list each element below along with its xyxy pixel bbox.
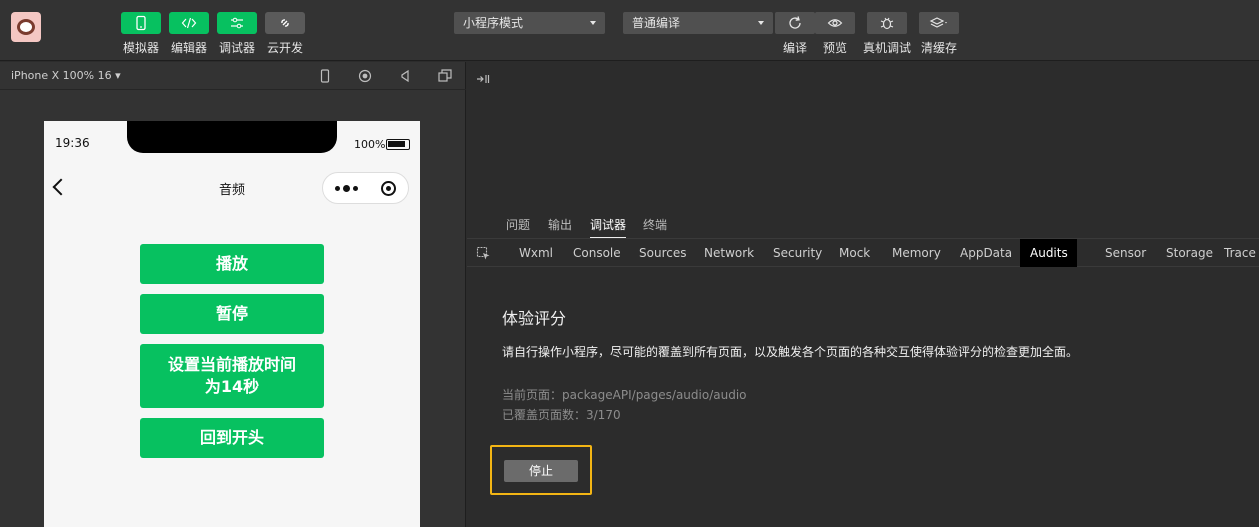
status-time: 19:36	[55, 136, 90, 150]
editor-label: 编辑器	[171, 41, 208, 55]
tab-sources[interactable]: Sources	[629, 239, 696, 267]
panel-tabs: Wxml Console Sources Network Security Mo…	[467, 238, 1259, 267]
cloud-dev-label: 云开发	[267, 41, 304, 55]
tab-trace[interactable]: Trace	[1214, 239, 1259, 267]
tab-storage[interactable]: Storage	[1156, 239, 1223, 267]
simulator-button[interactable]	[121, 12, 161, 34]
phone-icon	[136, 15, 146, 31]
remote-debug-button[interactable]	[867, 12, 907, 34]
dock-side-icon[interactable]	[476, 73, 490, 85]
tab-security[interactable]: Security	[763, 239, 832, 267]
phone-icon[interactable]	[317, 68, 333, 84]
devtools-panel: 问题 输出 调试器 终端 Wxml Console Sources Networ…	[467, 62, 1259, 527]
mode-select[interactable]: 小程序模式	[454, 12, 605, 34]
editor-button[interactable]	[169, 12, 209, 34]
chevron-down-icon	[758, 21, 764, 25]
tab-problems[interactable]: 问题	[506, 216, 530, 233]
preview-label: 预览	[823, 41, 848, 55]
remote-debug-label: 真机调试	[863, 41, 912, 55]
battery-icon	[386, 139, 410, 150]
debugger-label: 调试器	[219, 41, 256, 55]
audits-current-page: 当前页面：packageAPI/pages/audio/audio	[502, 388, 747, 402]
top-toolbar: 模拟器 编辑器 调试器 云开发 小程序模式 普通编译 编译 预览 真机调试 清缓…	[0, 0, 1259, 61]
device-bar: iPhone X 100% 16 ▾	[0, 62, 466, 90]
mode-select-value: 小程序模式	[463, 16, 524, 30]
avatar-face-icon	[17, 19, 35, 35]
code-icon	[181, 17, 197, 29]
menu-capsule[interactable]	[322, 172, 409, 204]
tab-terminal[interactable]: 终端	[643, 216, 667, 233]
refresh-icon	[789, 16, 801, 29]
compile-select[interactable]: 普通编译	[623, 12, 773, 34]
tab-debugger[interactable]: 调试器	[590, 216, 627, 239]
tab-sensor[interactable]: Sensor	[1095, 239, 1156, 267]
play-button[interactable]: 播放	[140, 244, 324, 284]
tab-audits[interactable]: Audits	[1020, 239, 1077, 267]
audits-covered-pages: 已覆盖页面数：3/170	[502, 408, 621, 422]
simulator-label: 模拟器	[123, 41, 160, 55]
clear-cache-label: 清缓存	[921, 41, 958, 55]
chevron-down-icon	[590, 21, 596, 25]
more-icon[interactable]	[335, 185, 358, 192]
stop-button[interactable]: 停止	[504, 460, 578, 482]
sliders-icon	[231, 17, 243, 29]
audits-description: 请自行操作小程序，尽可能的覆盖到所有页面，以及触发各个页面的各种交互使得体验评分…	[502, 345, 1079, 359]
detach-window-icon[interactable]	[437, 68, 453, 84]
eye-icon	[827, 19, 843, 27]
avatar[interactable]	[11, 12, 41, 42]
speaker-icon[interactable]	[397, 68, 413, 84]
clear-cache-button[interactable]	[919, 12, 959, 34]
top-tabs: 问题 输出 调试器 终端	[467, 212, 1259, 239]
audits-title: 体验评分	[502, 309, 567, 328]
tab-appdata[interactable]: AppData	[950, 239, 1022, 267]
record-icon[interactable]	[357, 68, 373, 84]
cloud-link-icon	[281, 19, 289, 27]
tab-memory[interactable]: Memory	[882, 239, 951, 267]
debugger-button[interactable]	[217, 12, 257, 34]
simulator-panel: iPhone X 100% 16 ▾ 19:36 100% 音频 播放 暂停 设…	[0, 62, 466, 527]
cloud-dev-button[interactable]	[265, 12, 305, 34]
phone-notch	[127, 121, 337, 153]
tab-console[interactable]: Console	[563, 239, 631, 267]
battery-percent: 100%	[354, 138, 386, 151]
bug-icon	[880, 17, 894, 30]
compile-select-value: 普通编译	[632, 16, 681, 30]
tab-network[interactable]: Network	[694, 239, 764, 267]
stop-highlight-box: 停止	[490, 445, 592, 495]
pause-button[interactable]: 暂停	[140, 294, 324, 334]
tab-wxml[interactable]: Wxml	[509, 239, 563, 267]
device-select[interactable]: iPhone X 100% 16 ▾	[11, 69, 121, 82]
layers-icon	[929, 17, 947, 28]
inspect-element-icon[interactable]	[476, 246, 491, 261]
close-miniprogram-icon[interactable]	[381, 181, 396, 196]
seek-14s-button[interactable]: 设置当前播放时间 为14秒	[140, 344, 324, 408]
preview-button[interactable]	[815, 12, 855, 34]
tab-output[interactable]: 输出	[548, 216, 572, 233]
phone-screen: 19:36 100% 音频 播放 暂停 设置当前播放时间 为14秒 回到开头	[44, 121, 420, 527]
compile-label: 编译	[783, 41, 808, 55]
tab-mock[interactable]: Mock	[829, 239, 880, 267]
restart-button[interactable]: 回到开头	[140, 418, 324, 458]
compile-button[interactable]	[775, 12, 815, 34]
